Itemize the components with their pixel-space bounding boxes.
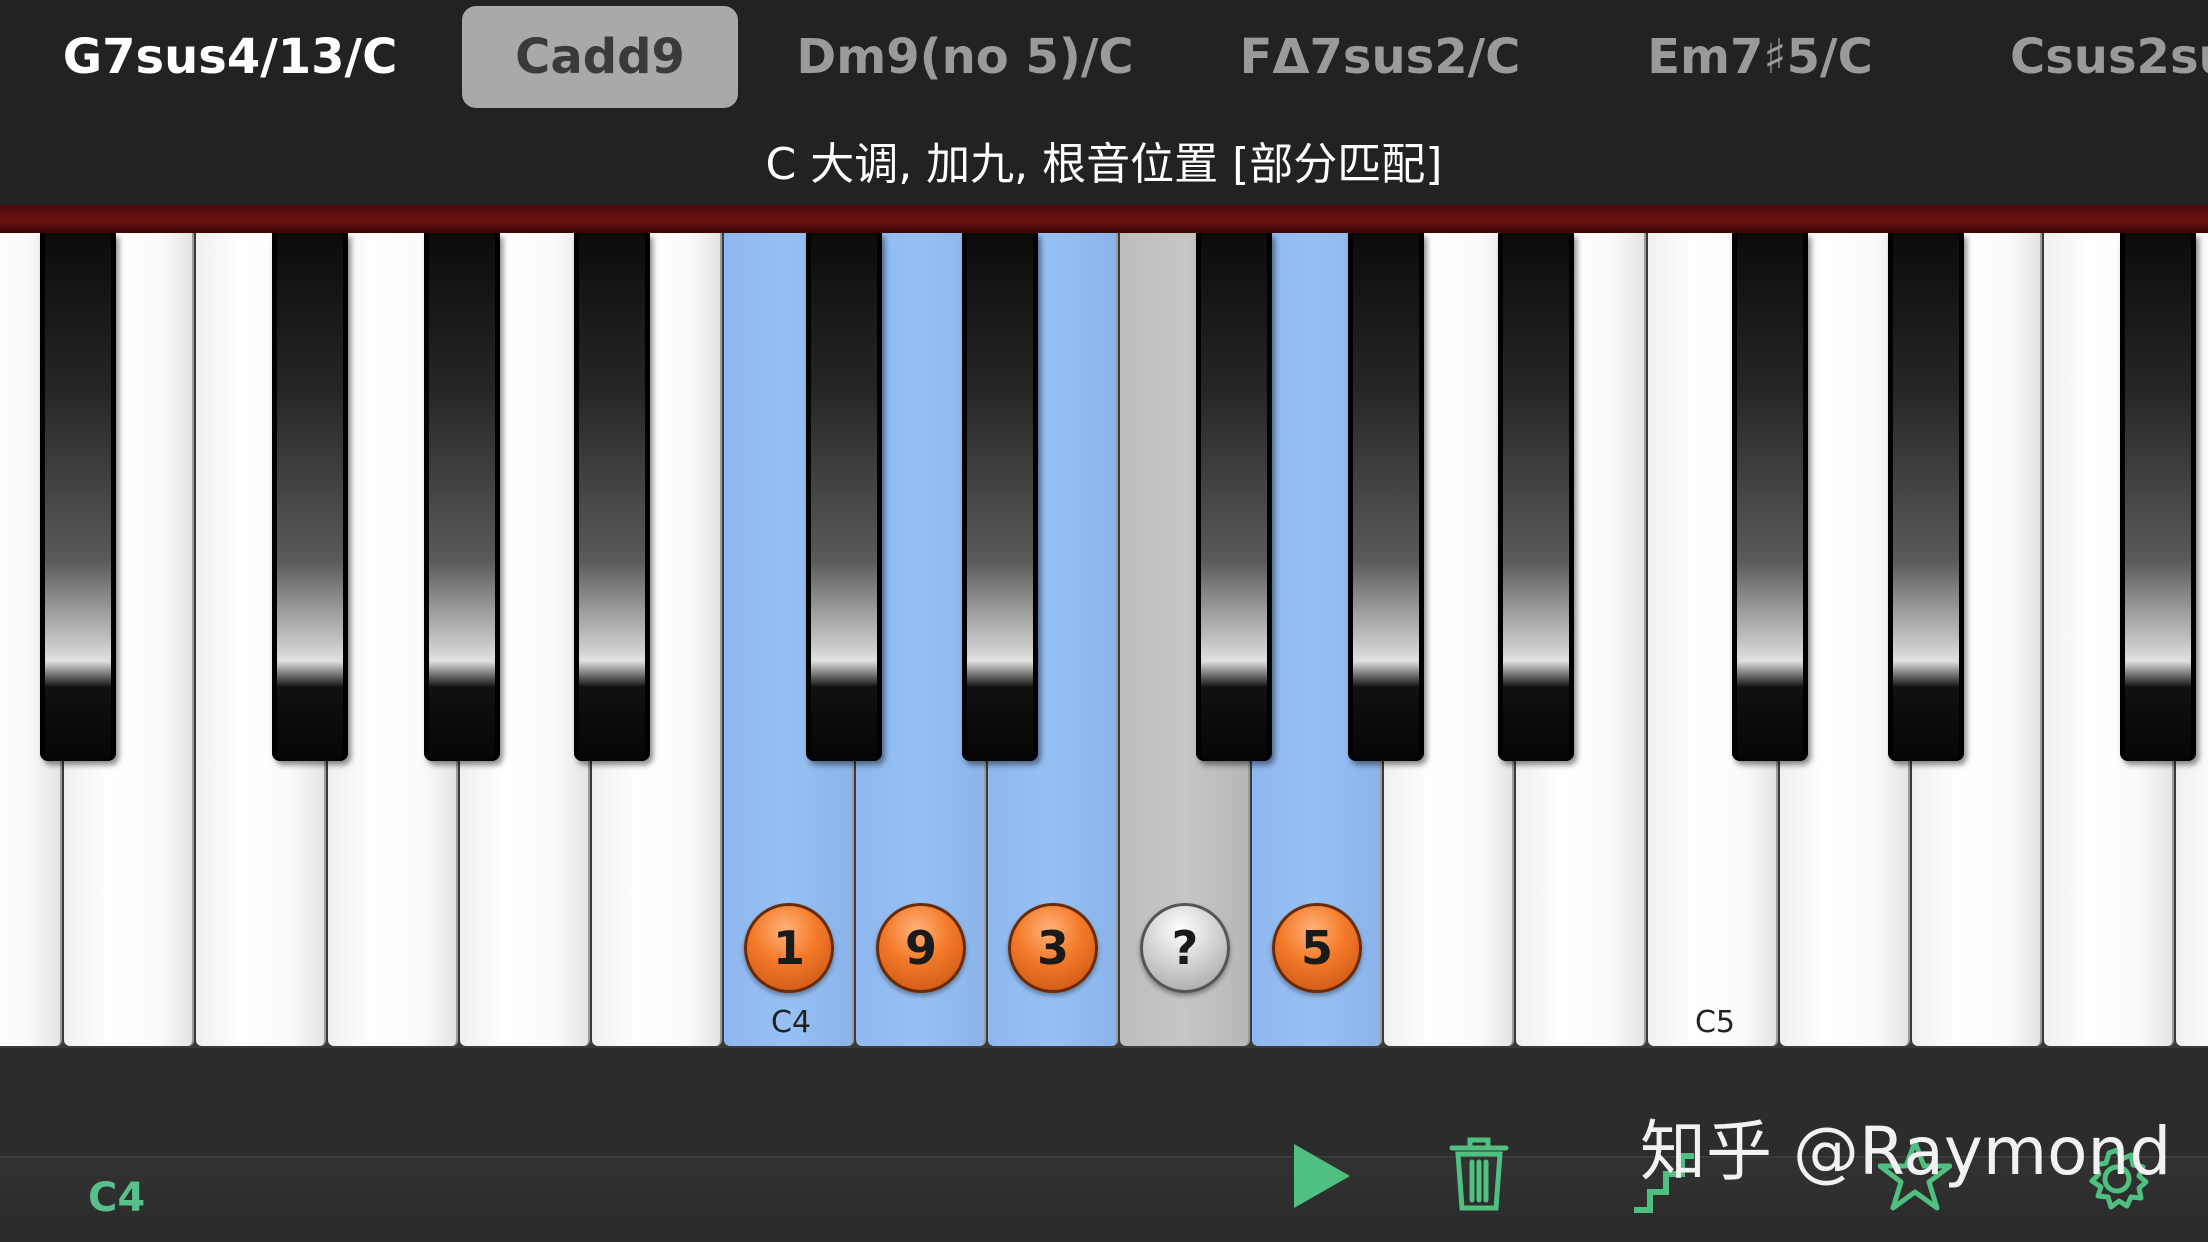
chord-tab-cadd9[interactable]: Cadd9: [462, 6, 738, 108]
black-key-f-sharp5[interactable]: [2120, 233, 2196, 761]
chord-tab-fmaj7sus2-c[interactable]: FΔ7sus2/C: [1210, 6, 1550, 108]
note-marker-root: 1: [744, 903, 834, 993]
note-marker-third: 3: [1008, 903, 1098, 993]
black-key-f-sharp4[interactable]: [1196, 233, 1272, 761]
chord-description: C 大调, 加九, 根音位置 [部分匹配]: [765, 139, 1443, 190]
note-marker-ninth: 9: [876, 903, 966, 993]
chord-selector-bar: G7sus4/13/C Cadd9 Dm9(no 5)/C FΔ7sus2/C …: [0, 0, 2208, 205]
piano-keyboard[interactable]: 1 9 3 ? 5 C4 C5: [0, 233, 2208, 1048]
key-label-c4: C4: [770, 1005, 812, 1040]
keyboard-felt-rail: [0, 205, 2208, 233]
black-key-g-sharp4[interactable]: [1348, 233, 1424, 761]
chord-tab-csus2[interactable]: Csus2su: [2010, 6, 2208, 108]
watermark-text: 知乎 @Raymond: [1640, 1113, 2172, 1190]
black-key-c-sharp5[interactable]: [1732, 233, 1808, 761]
key-label-c5: C5: [1694, 1005, 1736, 1040]
black-key-f-sharp3[interactable]: [574, 233, 650, 761]
black-key-c-sharp4[interactable]: [806, 233, 882, 761]
black-key-g-sharp3[interactable]: [40, 233, 116, 761]
black-key-d-sharp4[interactable]: [962, 233, 1038, 761]
black-key-a-sharp4[interactable]: [1498, 233, 1574, 761]
note-marker-unknown: ?: [1140, 903, 1230, 993]
black-key-c-sharp3[interactable]: [272, 233, 348, 761]
chord-tab-em7-sharp5-c[interactable]: Em7♯5/C: [1620, 6, 1900, 108]
black-key-d-sharp5[interactable]: [1888, 233, 1964, 761]
chord-tab-dm9-no5-c[interactable]: Dm9(no 5)/C: [790, 6, 1140, 108]
chord-tab-g7sus4-13-c[interactable]: G7sus4/13/C: [40, 6, 420, 108]
note-marker-fifth: 5: [1272, 903, 1362, 993]
current-note-readout[interactable]: C4: [88, 1158, 145, 1238]
black-key-d-sharp3[interactable]: [424, 233, 500, 761]
play-icon[interactable]: [1290, 1140, 1354, 1216]
trash-icon[interactable]: [1448, 1134, 1510, 1218]
